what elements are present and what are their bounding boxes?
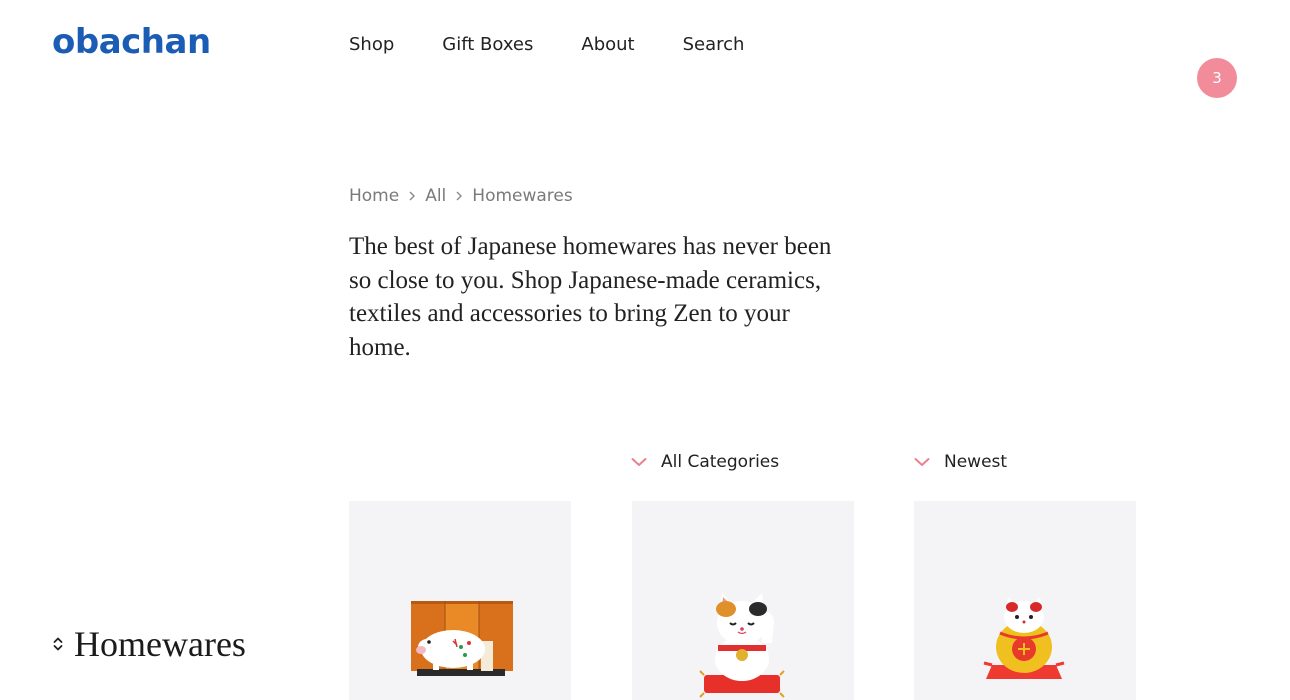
nav-shop[interactable]: Shop [349,33,394,57]
breadcrumb: Home All Homewares [349,184,573,208]
category-filter-label: All Categories [661,452,780,472]
chevron-right-icon [446,184,472,208]
nav-search[interactable]: Search [683,33,745,57]
sort-toggle-icon [53,637,63,651]
product-card[interactable] [349,501,571,700]
page: obachan Shop Gift Boxes About Search 3 H… [0,0,1290,700]
nav-about[interactable]: About [581,33,634,57]
chevron-down-icon [914,458,930,466]
sort-label: Newest [944,452,1008,472]
product-image [983,597,1065,679]
category-title[interactable]: Homewares [52,622,246,666]
breadcrumb-homewares[interactable]: Homewares [472,184,572,208]
product-card[interactable] [632,501,854,700]
chevron-right-icon [399,184,425,208]
chevron-down-icon [631,458,647,466]
product-image [699,593,785,698]
breadcrumb-all[interactable]: All [425,184,446,208]
sort-dropdown[interactable]: Newest [914,452,1007,472]
cart-count-badge[interactable]: 3 [1197,58,1237,98]
logo[interactable]: obachan [52,20,211,64]
product-image [411,601,513,676]
breadcrumb-home[interactable]: Home [349,184,399,208]
main-nav: Shop Gift Boxes About Search [349,33,792,57]
category-title-label: Homewares [74,624,246,664]
category-intro: The best of Japanese homewares has never… [349,233,832,361]
product-card[interactable] [914,501,1136,700]
nav-gift-boxes[interactable]: Gift Boxes [442,33,533,57]
category-filter-dropdown[interactable]: All Categories [631,452,779,472]
